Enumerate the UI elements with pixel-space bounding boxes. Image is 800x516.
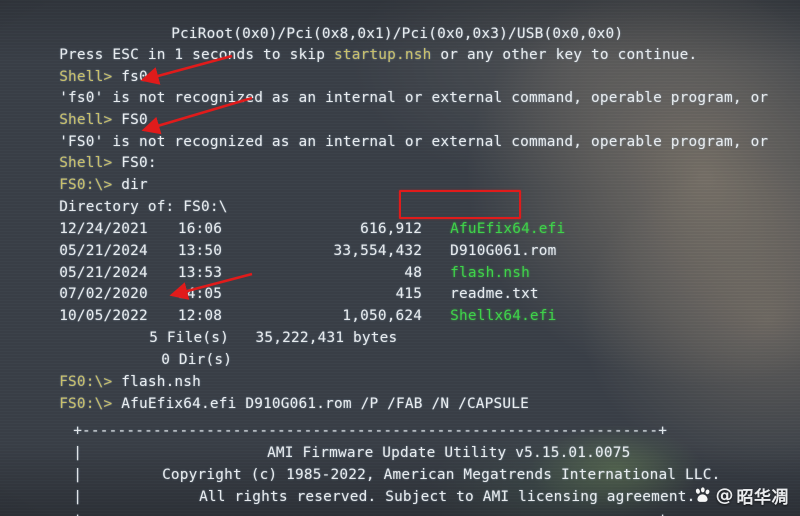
dir-count-summary: 0 Dir(s) — [0, 328, 232, 368]
flash-nsh-highlight — [399, 190, 521, 219]
baidu-paw-icon — [695, 487, 709, 502]
entry-name[interactable]: Shellx64.efi — [450, 308, 556, 324]
banner-line-2: | Copyright (c) 1985-2022, American Megat… — [73, 466, 721, 483]
shell-command-line-1: Shell> fs0 — [6, 45, 148, 85]
bios-shell-screenshot: PciRoot(0x0)/Pci(0x8,0x1)/Pci(0x0,0x3)/U… — [0, 0, 800, 516]
directory-header: Directory of: FS0:\ — [6, 175, 228, 215]
flash-nsh-command-line: FS0:\> flash.nsh — [6, 350, 201, 390]
table-row: 05/21/2024 13:53 48 flash.nsh — [6, 241, 530, 281]
banner-bottom-border: +---------------------------------------… — [20, 487, 667, 516]
table-row: 07/02/2020 14:05 415 readme.txt — [6, 262, 539, 302]
watermark-at-symbol: @ — [715, 485, 734, 506]
shell-command-line-4: FS0:\> dir — [6, 153, 148, 193]
shell-error-text: 'FS0' is not recognized as an internal o… — [59, 133, 769, 150]
startup-script-name: startup.nsh — [333, 46, 432, 63]
startup-notice-after: or any other key to continue. — [431, 46, 698, 63]
shell-command-line-2: Shell> FS0 — [6, 88, 148, 128]
banner-line-1: | AMI Firmware Update Utility v5.15.01.00… — [73, 444, 631, 461]
shell-command-line-3: Shell> FS0: — [6, 131, 157, 171]
file-count-summary: 5 File(s) 35,222,431 bytes — [0, 306, 397, 346]
shell-error-text: 'fs0' is not recognized as an internal o… — [59, 89, 769, 106]
shell-error-line-1: 'fs0' is not recognized as an internal o… — [6, 66, 768, 106]
banner-top-border: +---------------------------------------… — [20, 399, 667, 439]
console-text-area: PciRoot(0x0)/Pci(0x8,0x1)/Pci(0x0,0x3)/U… — [0, 0, 800, 516]
banner-line-3: | All rights reserved. Subject to AMI lic… — [73, 488, 696, 505]
watermark-username: 昭华凋 — [736, 488, 789, 508]
shell-error-line-2: 'FS0' is not recognized as an internal o… — [6, 110, 768, 150]
afu-command-line: FS0:\> AfuEfix64.efi D910G061.rom /P /FA… — [6, 372, 529, 412]
startup-notice-line: Press ESC in 1 seconds to skip startup.n… — [6, 23, 697, 63]
table-row: 10/05/2022 12:08 1,050,624 Shellx64.efi — [6, 284, 557, 324]
watermark: @ 昭华凋 — [693, 483, 790, 508]
device-path-line: PciRoot(0x0)/Pci(0x8,0x1)/Pci(0x0,0x3)/U… — [118, 2, 623, 42]
table-row: 05/21/2024 13:50 33,554,432 D910G061.rom — [6, 219, 557, 259]
